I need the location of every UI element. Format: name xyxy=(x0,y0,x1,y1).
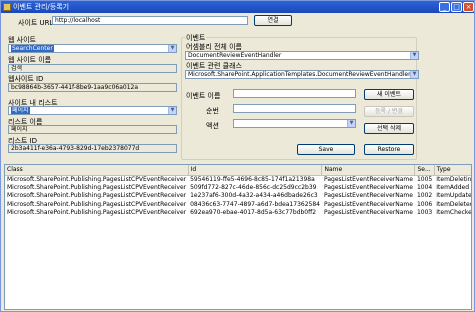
cell-class: Microsoft.SharePoint.Publishing.PagesLis… xyxy=(7,192,187,200)
cell-type: ItemDeleting xyxy=(436,175,472,183)
event-name-input[interactable] xyxy=(233,89,356,98)
cell-name: PagesListEventReceiverName xyxy=(323,183,413,191)
table-row[interactable]: Microsoft.SharePoint.Publishing.PagesLis… xyxy=(5,175,472,184)
cell-name: PagesListEventReceiverName xyxy=(323,209,413,217)
action-label: 액션 xyxy=(206,122,219,130)
close-button[interactable]: × xyxy=(463,2,474,12)
table-row[interactable]: Microsoft.SharePoint.Publishing.PagesLis… xyxy=(5,209,472,218)
cell-sequence: 1004 xyxy=(416,183,433,191)
cell-id: 1e237af6-300d-4a32-a434-a46dbade26c3 xyxy=(190,192,318,200)
register-button[interactable]: 등록 / 변경 xyxy=(364,106,414,117)
cell-id: 509fd772-827c-46de-856c-dc25d9cc2b39 xyxy=(190,183,317,191)
window-title: 이벤트 관리/등록기 xyxy=(13,3,70,11)
web-name-field[interactable]: 검색 xyxy=(8,64,177,73)
order-label: 순번 xyxy=(206,107,219,115)
delete-selected-button[interactable]: 선택 삭제 xyxy=(364,123,414,134)
table-row[interactable]: Microsoft.SharePoint.Publishing.PagesLis… xyxy=(5,183,471,193)
list-name-field[interactable]: 페이지 xyxy=(8,125,177,134)
maximize-button[interactable]: □ xyxy=(451,2,462,12)
column-header-class[interactable]: Class xyxy=(5,165,189,176)
cell-name: PagesListEventReceiverName xyxy=(323,192,413,200)
cell-type: ItemUpdated xyxy=(436,192,472,200)
minimize-button[interactable]: _ xyxy=(439,2,450,12)
chevron-down-icon: ▼ xyxy=(410,52,418,59)
cell-sequence: 1003 xyxy=(416,209,433,217)
title-bar: 이벤트 관리/등록기 _ □ × xyxy=(1,1,474,13)
cell-type: ItemAdded xyxy=(436,183,470,191)
cell-class: Microsoft.SharePoint.Publishing.PagesLis… xyxy=(7,209,187,217)
table-row[interactable]: Microsoft.SharePoint.Publishing.PagesLis… xyxy=(5,192,472,201)
cell-class: Microsoft.SharePoint.Publishing.PagesLis… xyxy=(7,183,187,191)
class-select[interactable]: Microsoft.SharePoint.ApplicationTemplate… xyxy=(185,70,419,79)
url-label: 사이트 URL xyxy=(18,19,54,27)
column-header-type[interactable]: Type xyxy=(434,165,471,176)
web-id-field[interactable]: bc98864b-3657-441f-8be9-1aa9c06a012a xyxy=(8,83,177,92)
cell-sequence: 1006 xyxy=(416,200,433,208)
event-receiver-grid[interactable]: Class Id Name Se... Type Microsoft.Share… xyxy=(4,164,472,310)
column-header-name[interactable]: Name xyxy=(321,165,416,176)
event-name-label: 이벤트 이름 xyxy=(186,92,221,100)
list-select[interactable]: 페이지 ▼ xyxy=(8,106,177,115)
list-id-field[interactable]: 2b3a411f-e36a-4793-829d-17eb2378077d xyxy=(8,144,177,153)
cell-type: ItemCheckedIn xyxy=(436,209,472,217)
table-row[interactable]: Microsoft.SharePoint.Publishing.PagesLis… xyxy=(5,200,472,210)
action-select[interactable]: ▼ xyxy=(233,119,356,128)
cell-id: 59546119-ffe5-4696-8c85-174f1a21398a xyxy=(190,175,315,183)
restore-button[interactable]: Restore xyxy=(364,144,414,155)
cell-id: 692ea970-ebae-4017-8d5a-63c77bdb0ff2 xyxy=(190,209,317,217)
app-window: 이벤트 관리/등록기 _ □ × 사이트 URL http://localhos… xyxy=(0,0,475,312)
cell-name: PagesListEventReceiverName xyxy=(323,200,413,208)
chevron-down-icon: ▼ xyxy=(168,107,176,114)
cell-type: ItemDeleted xyxy=(436,200,472,208)
cell-name: PagesListEventReceiverName xyxy=(323,175,413,183)
url-input[interactable]: http://localhost xyxy=(52,16,248,25)
app-icon xyxy=(3,3,11,11)
chevron-down-icon: ▼ xyxy=(347,120,355,127)
chevron-down-icon: ▼ xyxy=(410,71,418,78)
connect-button[interactable]: 연결 xyxy=(254,15,292,26)
new-event-button[interactable]: 새 이벤트 xyxy=(364,89,414,100)
order-input[interactable] xyxy=(233,104,356,113)
cell-class: Microsoft.SharePoint.Publishing.PagesLis… xyxy=(7,200,187,208)
cell-sequence: 1005 xyxy=(416,175,433,183)
cell-sequence: 1002 xyxy=(416,192,433,200)
save-button[interactable]: Save xyxy=(297,144,355,155)
grid-header-row: Class Id Name Se... Type xyxy=(5,165,471,176)
web-select[interactable]: SearchCenter ▼ xyxy=(8,44,177,53)
chevron-down-icon: ▼ xyxy=(168,45,176,52)
cell-class: Microsoft.SharePoint.Publishing.PagesLis… xyxy=(7,175,187,183)
column-header-id[interactable]: Id xyxy=(188,165,323,176)
assembly-select[interactable]: DocumentReviewEventHandler ▼ xyxy=(185,51,419,60)
column-header-sequence[interactable]: Se... xyxy=(414,165,435,176)
cell-id: 08436c63-7747-4897-a6d7-bdea17362584 xyxy=(190,200,320,208)
